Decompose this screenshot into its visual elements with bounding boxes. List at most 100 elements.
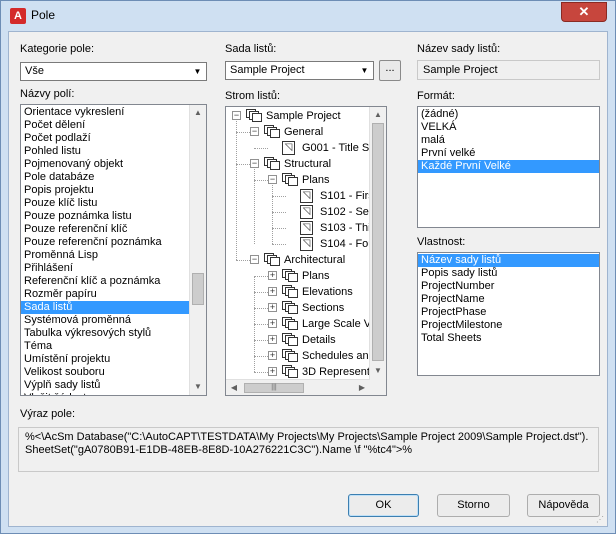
scroll-thumb[interactable]: ||| [244, 383, 304, 393]
scroll-down-icon[interactable]: ▼ [190, 379, 206, 395]
tree-node[interactable]: − Structural [226, 156, 370, 172]
tree-node-label: Schedules and Diagrams [302, 350, 370, 362]
tree-node[interactable]: +3D Representations [226, 364, 370, 379]
cancel-button[interactable]: Storno [437, 494, 510, 517]
tree-node[interactable]: + Schedules and Diagrams [226, 348, 370, 364]
collapse-icon[interactable]: − [250, 159, 259, 168]
ok-button[interactable]: OK [348, 494, 419, 517]
expand-icon[interactable]: + [268, 287, 277, 296]
field-name-item[interactable]: Počet podlaží [21, 132, 190, 145]
tree-node[interactable]: − General [226, 124, 370, 140]
field-name-item[interactable]: Počet dělení [21, 119, 190, 132]
scroll-down-icon[interactable]: ▼ [370, 363, 386, 379]
tree-node[interactable]: ◹ G001 - Title Sheet [226, 140, 370, 156]
field-name-item[interactable]: Výplň sady listů [21, 379, 190, 392]
tree-node[interactable]: ◹ S102 - Second [226, 204, 370, 220]
scroll-left-icon[interactable]: ◀ [226, 380, 242, 395]
collapse-icon[interactable]: − [268, 175, 277, 184]
field-names-list[interactable]: Orientace vykreslení Počet dělení Počet po… [20, 104, 207, 396]
tree-node[interactable]: − Sample Project [226, 108, 370, 124]
field-name-item[interactable]: Rozměr papíru [21, 288, 190, 301]
tree-node[interactable]: + Large Scale Views [226, 316, 370, 332]
expand-icon[interactable]: + [268, 367, 277, 376]
field-name-item[interactable]: Tabulka výkresových stylů [21, 327, 190, 340]
collapse-icon[interactable]: − [250, 255, 259, 264]
expand-icon[interactable]: + [268, 351, 277, 360]
field-name-item[interactable]: Orientace vykreslení [21, 106, 190, 119]
tree-node[interactable]: ◹ S101 - First [226, 188, 370, 204]
tree-node[interactable]: − Plans [226, 172, 370, 188]
field-name-item[interactable]: Pouze referenční poznámka [21, 236, 190, 249]
property-item[interactable]: ProjectName [418, 293, 599, 306]
field-name-item[interactable]: Pole databáze [21, 171, 190, 184]
scroll-up-icon[interactable]: ▲ [190, 105, 206, 121]
tree-hscroll[interactable]: ◀ ||| ▶ [226, 379, 370, 395]
tree-node-label: S101 - First [320, 190, 370, 202]
format-item[interactable]: Každé První Velké [418, 160, 599, 173]
field-name-item[interactable]: Pouze poznámka listu [21, 210, 190, 223]
tree-node[interactable]: + Sections [226, 300, 370, 316]
tree-node-label: Sample Project [266, 110, 341, 122]
property-item[interactable]: ProjectNumber [418, 280, 599, 293]
expand-icon[interactable]: + [268, 303, 277, 312]
format-item[interactable]: (žádné) [418, 108, 599, 121]
scroll-up-icon[interactable]: ▲ [370, 107, 386, 123]
sheet-stack-layer [288, 273, 298, 282]
tree-node[interactable]: ◹ S104 - Fourth [226, 236, 370, 252]
help-button[interactable]: Nápověda [527, 494, 600, 517]
resize-grip-icon[interactable]: ⋰ [596, 515, 606, 525]
expand-icon[interactable]: + [268, 319, 277, 328]
category-dropdown[interactable]: Vše ▼ [20, 62, 207, 81]
property-item[interactable]: ProjectPhase [418, 306, 599, 319]
tree-vscroll[interactable]: ▲ ▼ [369, 107, 386, 379]
tree-connector [236, 164, 250, 165]
field-name-item[interactable]: Umístění projektu [21, 353, 190, 366]
tree-node[interactable]: + Elevations [226, 284, 370, 300]
format-list[interactable]: (žádné) VELKÁ malá První velké Každé První V… [417, 106, 600, 228]
expand-icon[interactable]: + [268, 271, 277, 280]
collapse-icon[interactable]: − [232, 111, 241, 120]
format-item[interactable]: První velké [418, 147, 599, 160]
field-name-item[interactable]: Pouze klíč listu [21, 197, 190, 210]
field-name-item[interactable]: Vložit žádost [21, 392, 190, 395]
property-item[interactable]: Total Sheets [418, 332, 599, 345]
scroll-thumb[interactable] [192, 273, 204, 305]
scroll-corner [370, 379, 386, 395]
field-name-item[interactable]: Velikost souboru [21, 366, 190, 379]
property-item[interactable]: Popis sady listů [418, 267, 599, 280]
close-button[interactable]: ✕ [561, 2, 607, 22]
field-name-item[interactable]: Systémová proměnná [21, 314, 190, 327]
tree-node[interactable]: − Architectural [226, 252, 370, 268]
sheet-stack-layer [288, 369, 298, 378]
property-item[interactable]: Název sady listů [418, 254, 599, 267]
field-name-item[interactable]: Téma [21, 340, 190, 353]
field-name-item[interactable]: Sada listů [21, 301, 190, 314]
field-name-item[interactable]: Pojmenovaný objekt [21, 158, 190, 171]
sheet-stack-layer [288, 353, 298, 362]
browse-button[interactable]: ... [379, 60, 401, 81]
tree-node[interactable]: + Details [226, 332, 370, 348]
scroll-right-icon[interactable]: ▶ [354, 380, 370, 395]
tree-node[interactable]: + Plans [226, 268, 370, 284]
field-name-item[interactable]: Pouze referenční klíč [21, 223, 190, 236]
category-label: Kategorie pole: [20, 43, 94, 55]
format-item[interactable]: malá [418, 134, 599, 147]
field-name-item[interactable]: Proměnná Lisp [21, 249, 190, 262]
scroll-thumb[interactable] [372, 123, 384, 361]
sheetset-dropdown[interactable]: Sample Project ▼ [225, 61, 374, 80]
field-name-item[interactable]: Přihlášení [21, 262, 190, 275]
sheet-set-icon [282, 365, 300, 379]
tree-node[interactable]: ◹ S103 - Third [226, 220, 370, 236]
field-name-item[interactable]: Pohled listu [21, 145, 190, 158]
property-list[interactable]: Název sady listů Popis sady listů ProjectN… [417, 252, 600, 376]
field-name-item[interactable]: Popis projektu [21, 184, 190, 197]
collapse-icon[interactable]: − [250, 127, 259, 136]
property-item[interactable]: ProjectMilestone [418, 319, 599, 332]
format-item[interactable]: VELKÁ [418, 121, 599, 134]
sheet-tree[interactable]: −Sample Project−General◹G001 - Title She… [225, 106, 387, 396]
field-names-scrollbar[interactable]: ▲ ▼ [189, 105, 206, 395]
tree-connector [254, 356, 268, 357]
title-bar[interactable]: A Pole ✕ [1, 1, 615, 31]
field-name-item[interactable]: Referenční klíč a poznámka [21, 275, 190, 288]
expand-icon[interactable]: + [268, 335, 277, 344]
